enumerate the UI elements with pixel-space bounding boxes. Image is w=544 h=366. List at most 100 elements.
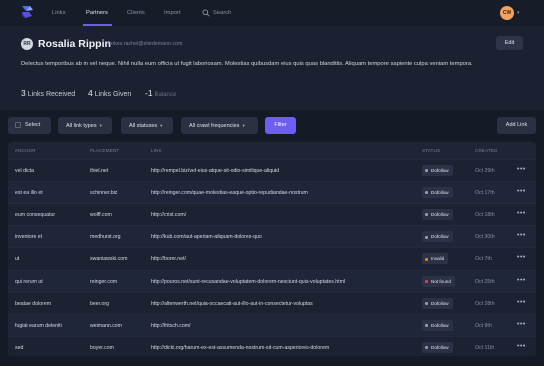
status-badge: Dofollow (422, 297, 453, 309)
more-options-icon[interactable]: ••• (517, 210, 526, 217)
cube-logo-icon[interactable] (19, 4, 35, 20)
row-created: Oct 9th (475, 322, 492, 329)
nav-partners[interactable]: Partners (86, 10, 108, 16)
more-options-icon[interactable]: ••• (517, 166, 526, 173)
more-options-icon[interactable]: ••• (517, 188, 526, 195)
row-anchor: est ea illo et (15, 190, 43, 197)
row-placement: swaniawski.com (90, 256, 128, 263)
row-created: Oct 28th (475, 300, 495, 307)
select-button[interactable]: Select (8, 117, 51, 134)
statuses-dropdown[interactable]: All statuses ▾ (121, 117, 173, 134)
row-placement: schinner.biz (90, 190, 118, 197)
nav-import[interactable]: Import (164, 10, 180, 16)
row-anchor: inventore et (15, 234, 43, 241)
more-options-icon[interactable]: ••• (517, 299, 526, 306)
status-badge: Dofollow (422, 319, 453, 331)
status-label: Not found (431, 278, 451, 284)
partner-profile: RR Rosalia Rippin stokes.rachel@stiedema… (0, 26, 544, 110)
more-options-icon[interactable]: ••• (517, 277, 526, 284)
status-label: Dofollow (431, 322, 449, 328)
link-types-dropdown[interactable]: All link types ▾ (58, 117, 112, 134)
status-label: Dofollow (431, 300, 449, 306)
row-link[interactable]: http://fritsch.com/ (151, 323, 191, 329)
status-dot-icon (425, 213, 428, 217)
user-avatar[interactable]: CW (500, 6, 514, 20)
row-anchor: eum consequatur (15, 212, 56, 219)
stat-links-given: 4 Links Given (88, 88, 131, 98)
row-created: Oct 30th (475, 234, 495, 241)
top-nav: Links Partners Clients Import Search CW … (0, 0, 544, 26)
more-options-icon[interactable]: ••• (517, 343, 526, 350)
row-link[interactable]: http://reinger.com/quae-molestias-eaque-… (151, 190, 308, 196)
nav-links[interactable]: Links (52, 10, 66, 16)
col-status[interactable]: STATUS (422, 148, 440, 153)
stat-balance: -1 Balance (145, 88, 176, 98)
status-dot-icon (425, 323, 428, 327)
add-link-button[interactable]: Add Link (497, 117, 536, 134)
table-row[interactable]: beatae dolorem beer.org http://altenwerth.… (8, 291, 536, 314)
row-placement: beer.org (90, 300, 110, 307)
partner-avatar: RR (21, 38, 33, 50)
table-row[interactable]: sed boyer.com http://dicki.org/harum-ex-es… (8, 335, 536, 356)
status-badge: Not found (422, 275, 455, 287)
status-label: Dofollow (431, 234, 449, 240)
table-row[interactable]: est ea illo et schinner.biz http://reinger… (8, 181, 536, 204)
table-row[interactable]: eum consequatur wolff.com http://crist.com… (8, 203, 536, 225)
table-row[interactable]: fugiat earum deleniti weimann.com http://f… (8, 313, 536, 336)
row-created: Oct 7th (475, 256, 492, 263)
status-dot-icon (425, 191, 428, 195)
row-link[interactable]: http://pouros.net/sunt-recusandae-volupt… (151, 279, 345, 285)
chevron-down-icon: ▾ (99, 123, 102, 128)
row-anchor: sed (15, 344, 24, 351)
col-created[interactable]: CREATED (475, 148, 498, 153)
partner-bio: Delectus temporibus ab in vel neque. Nih… (21, 61, 473, 67)
col-placement[interactable]: PLACEMENT (90, 148, 119, 153)
crawl-frequency-dropdown[interactable]: All crawl frequencies ▾ (181, 117, 258, 134)
chevron-down-icon: ▾ (160, 123, 163, 128)
row-link[interactable]: http://altenwerth.net/quia-occaecati-aut… (151, 301, 313, 307)
nav-clients[interactable]: Clients (127, 10, 145, 16)
chevron-down-icon: ▾ (242, 123, 245, 128)
balance-label: Balance (154, 92, 177, 98)
row-link[interactable]: http://kub.com/aut-aperiam-aliquam-dolor… (151, 234, 262, 240)
more-options-icon[interactable]: ••• (517, 232, 526, 239)
links-table: ANCHOR PLACEMENT LINK STATUS CREATED vel… (8, 142, 536, 356)
partner-name: Rosalia Rippin (38, 38, 111, 50)
received-count: 3 (21, 88, 26, 98)
status-badge: Invalid (422, 253, 449, 265)
filter-button[interactable]: Filter (265, 117, 296, 134)
balance-value: -1 (145, 88, 153, 98)
status-label: Invalid (431, 256, 445, 262)
more-options-icon[interactable]: ••• (517, 321, 526, 328)
row-placement: weimann.com (90, 322, 123, 329)
status-label: Dofollow (431, 212, 449, 218)
statuses-label: All statuses (129, 123, 158, 129)
row-created: Oct 17th (475, 190, 495, 197)
row-placement: boyer.com (90, 344, 114, 351)
link-types-label: All link types (66, 123, 97, 129)
table-row[interactable]: vel dicta thiel.net http://rempel.biz/vel-… (8, 159, 536, 181)
edit-button[interactable]: Edit (496, 36, 523, 50)
table-row[interactable]: qui rerum ut reinger.com http://pouros.net… (8, 269, 536, 292)
given-label: Links Given (94, 91, 132, 98)
table-row[interactable]: inventore et medhurst.org http://kub.com/a… (8, 225, 536, 248)
row-placement: medhurst.org (90, 234, 121, 241)
row-link[interactable]: http://dicki.org/harum-ex-est-assumenda-… (151, 345, 329, 351)
row-link[interactable]: http://crist.com/ (151, 212, 186, 218)
row-link[interactable]: http://rempel.biz/vel-eius-atque-sit-odi… (151, 168, 279, 174)
status-dot-icon (425, 257, 428, 261)
row-link[interactable]: http://borer.net/ (151, 256, 186, 262)
more-options-icon[interactable]: ••• (517, 254, 526, 261)
table-row[interactable]: ut swaniawski.com http://borer.net/Oct 7th… (8, 247, 536, 269)
chevron-down-icon[interactable]: ▾ (517, 10, 520, 16)
row-anchor: vel dicta (15, 168, 35, 174)
search-icon[interactable] (202, 9, 210, 17)
status-badge: Dofollow (422, 187, 453, 199)
nav-search[interactable]: Search (213, 10, 231, 16)
filter-bar: Select All link types ▾ All statuses ▾ All… (0, 110, 544, 142)
col-anchor[interactable]: ANCHOR (15, 148, 36, 153)
col-link[interactable]: LINK (151, 148, 162, 153)
status-dot-icon (425, 279, 428, 283)
checkbox-icon[interactable] (15, 121, 21, 128)
status-badge: Dofollow (422, 341, 453, 353)
